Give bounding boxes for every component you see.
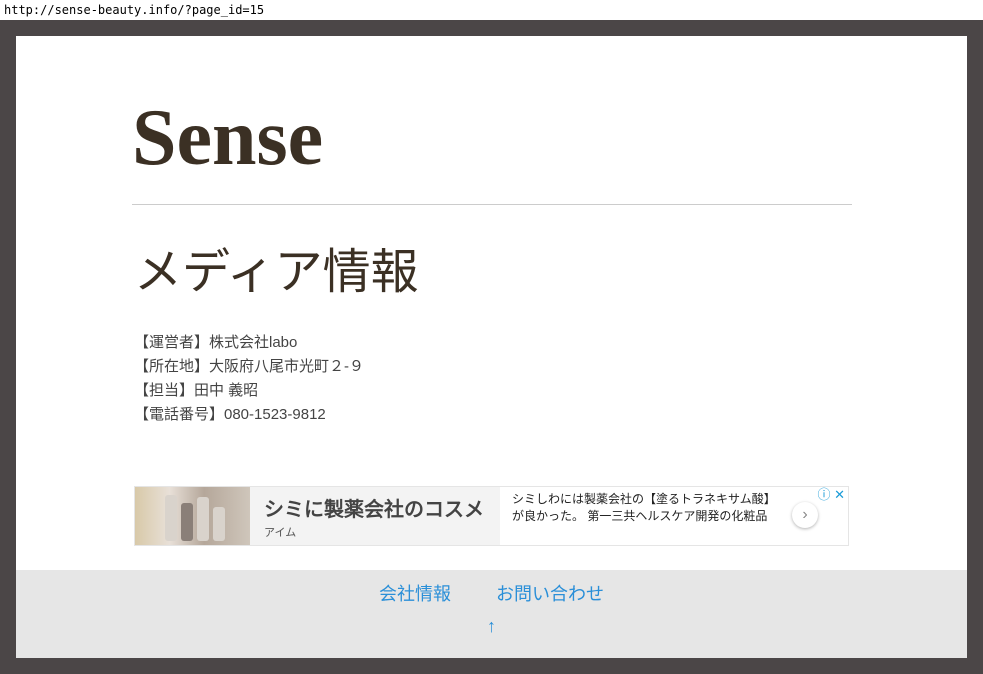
info-operator: 【運営者】株式会社labo: [134, 334, 298, 351]
ad-advertiser: アイム: [264, 527, 297, 539]
info-address: 【所在地】大阪府八尾市光町２-９: [134, 358, 364, 375]
footer-nav: 会社情報 お問い合わせ: [16, 580, 967, 606]
info-contact-person: 【担当】田中 義昭: [134, 382, 259, 399]
footer: 会社情報 お問い合わせ ↑: [16, 570, 967, 658]
divider: [132, 204, 852, 205]
footer-link-contact[interactable]: お問い合わせ: [496, 584, 604, 604]
address-bar[interactable]: http://sense-beauty.info/?page_id=15: [0, 0, 983, 20]
back-to-top-link[interactable]: ↑: [16, 616, 967, 637]
info-icon[interactable]: ⓘ: [817, 487, 830, 502]
page-title: メディア情報: [134, 246, 419, 299]
info-phone: 【電話番号】080-1523-9812: [134, 406, 326, 423]
site-logo[interactable]: Sense: [132, 98, 323, 178]
ad-choices: ⓘ ✕: [817, 486, 845, 503]
close-icon[interactable]: ✕: [834, 487, 845, 502]
footer-link-company[interactable]: 会社情報: [379, 584, 451, 604]
ad-image[interactable]: [135, 487, 250, 545]
ad-banner[interactable]: シミに製薬会社のコスメ アイム シミしわには製薬会社の【塗るトラネキサム酸】が良…: [134, 486, 849, 546]
ad-headline[interactable]: シミに製薬会社のコスメ: [264, 493, 486, 522]
chevron-right-icon[interactable]: ›: [792, 502, 818, 528]
company-info: 【運営者】株式会社labo 【所在地】大阪府八尾市光町２-９ 【担当】田中 義昭…: [134, 331, 364, 427]
page: Sense メディア情報 【運営者】株式会社labo 【所在地】大阪府八尾市光町…: [16, 36, 967, 658]
ad-description[interactable]: シミしわには製薬会社の【塗るトラネキサム酸】が良かった。 第一三共ヘルスケア開発…: [512, 491, 782, 525]
